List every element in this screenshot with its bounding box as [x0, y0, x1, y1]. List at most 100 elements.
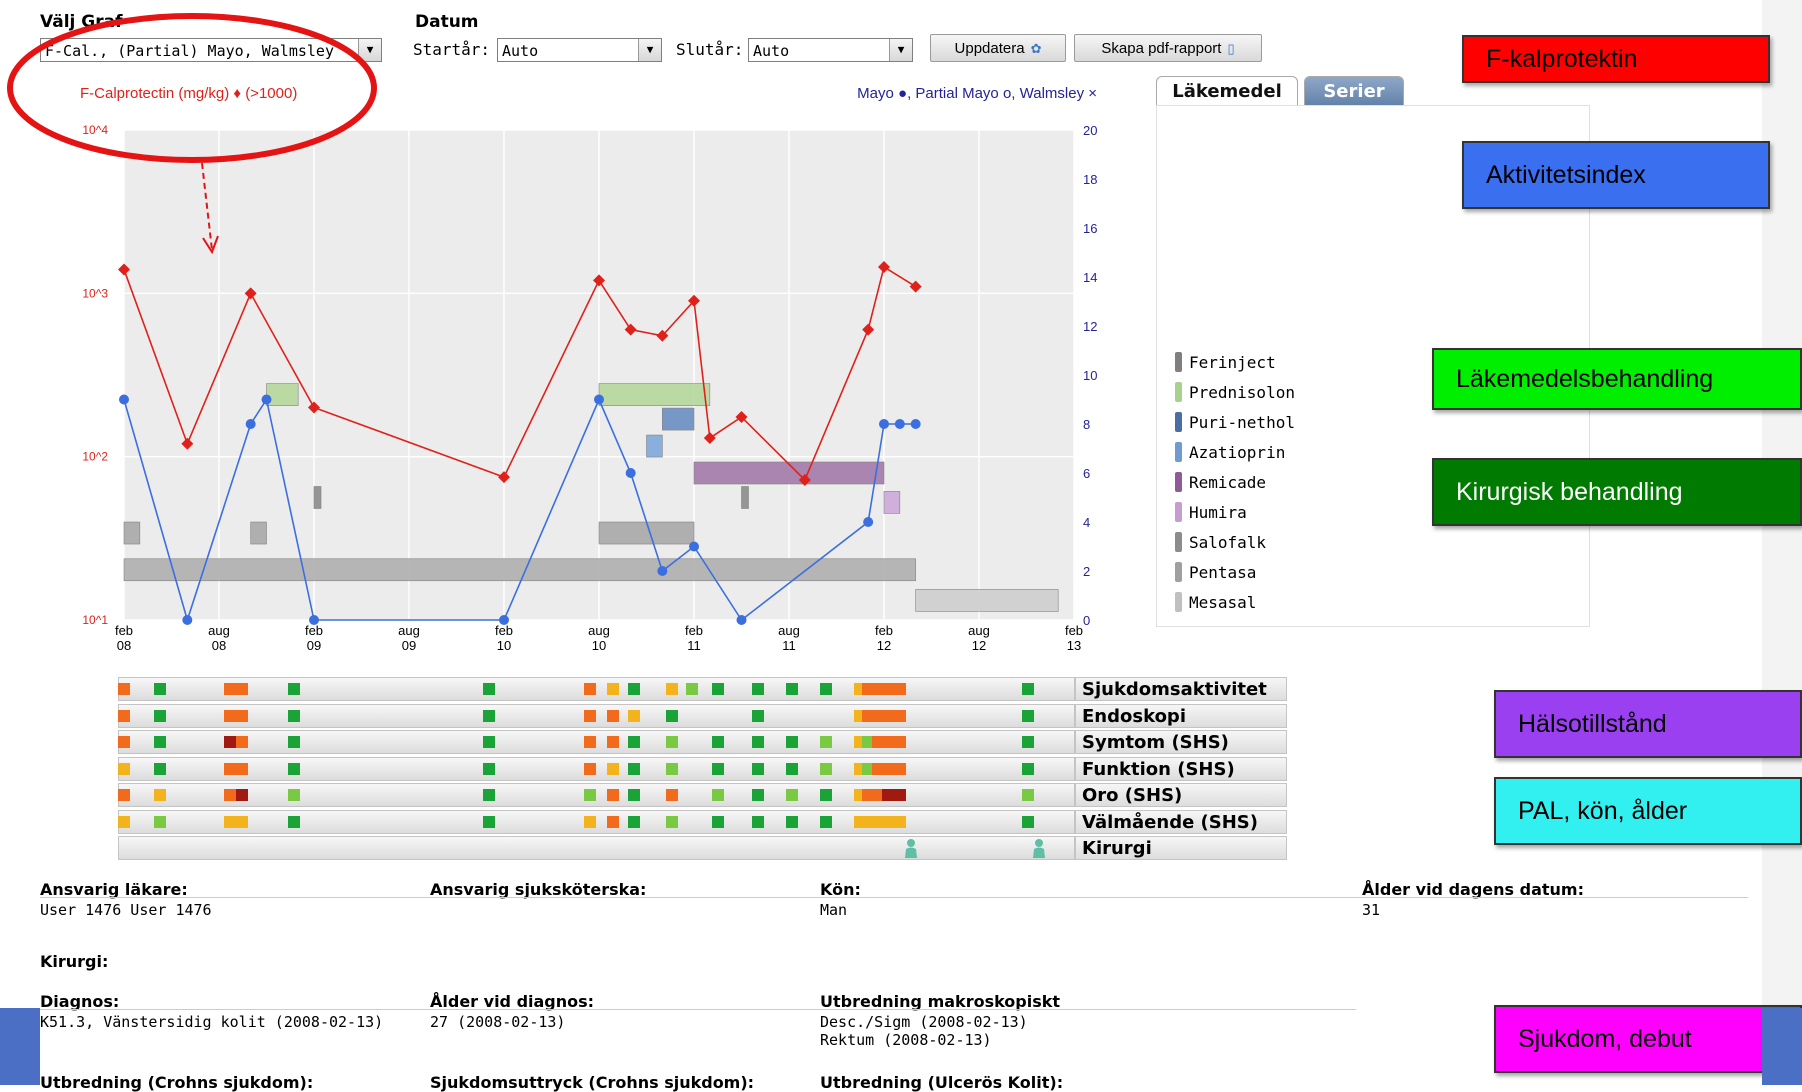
x-tick-month: aug: [208, 623, 230, 638]
legend-swatch: [1175, 502, 1182, 522]
x-tick-year: 11: [782, 638, 796, 653]
heatmap-cell: [607, 789, 619, 801]
legend-swatch: [1175, 382, 1182, 402]
heatmap-cell: [752, 709, 764, 722]
heatmap-cell: [882, 709, 894, 722]
heatmap-cell: [752, 789, 764, 801]
heatmap-cell: [628, 683, 640, 695]
heatmap-cell: [118, 815, 130, 828]
utbredning-value-1: Desc./Sigm (2008-02-13): [820, 1013, 1028, 1031]
right-tick-label: 8: [1083, 417, 1090, 432]
x-tick-month: aug: [778, 623, 800, 638]
refresh-icon: ✿: [1030, 41, 1042, 56]
heatmap-cell: [483, 736, 495, 748]
heatmap-cell: [1022, 736, 1034, 748]
heatmap-row-label: Välmående (SHS): [1075, 809, 1287, 834]
heatmap-cell: [584, 736, 596, 748]
start-year-select[interactable]: Auto ▼: [497, 38, 662, 62]
right-tick-label: 4: [1083, 515, 1090, 530]
heatmap-cell: [288, 815, 300, 828]
heatmap-cell: [224, 683, 236, 695]
heatmap-row: [118, 809, 1075, 834]
data-point-circle: [594, 394, 604, 405]
tab-lakemedel[interactable]: Läkemedel: [1156, 76, 1298, 108]
datum-label: Datum: [415, 12, 479, 32]
legend-swatch: [1175, 412, 1182, 432]
heatmap-cell: [712, 789, 724, 801]
heatmap-cell: [154, 683, 166, 695]
end-year-value: Auto: [753, 42, 790, 60]
heatmap-cell: [1022, 709, 1034, 722]
heatmap-cell: [786, 762, 798, 775]
heatmap-cell: [894, 815, 906, 828]
corner-decoration: [0, 1008, 40, 1085]
pdf-report-button[interactable]: Skapa pdf-rapport ▯: [1074, 34, 1262, 62]
heatmap-cell: [224, 762, 236, 775]
callout-kirurgisk-behandling: Kirurgisk behandling: [1432, 458, 1802, 526]
chevron-down-icon[interactable]: ▼: [638, 39, 661, 61]
heatmap-cell: [786, 683, 798, 695]
annotation-arrow: [201, 162, 213, 251]
right-tick-label: 6: [1083, 466, 1090, 481]
divider: [40, 1009, 1356, 1010]
update-button[interactable]: Uppdatera ✿: [930, 34, 1066, 62]
heatmap-cell: [1022, 762, 1034, 775]
heatmap-cell: [483, 762, 495, 775]
heatmap-cell: [894, 789, 906, 801]
legend-swatch: [1175, 592, 1182, 612]
highlight-ellipse: [7, 13, 377, 163]
heatmap-cell: [236, 762, 248, 775]
alder-value: 31: [1362, 901, 1381, 919]
heatmap-cell: [1022, 683, 1034, 695]
heatmap-cell: [154, 709, 166, 722]
heatmap-cell: [628, 736, 640, 748]
heatmap-cell: [118, 762, 130, 775]
heatmap-cell: [607, 736, 619, 748]
heatmap-cell: [786, 736, 798, 748]
data-point-circle: [182, 615, 193, 625]
x-tick-month: feb: [495, 623, 513, 638]
heatmap-cell: [236, 683, 248, 695]
x-tick-year: 12: [877, 638, 891, 653]
heatmap-cell: [483, 789, 495, 801]
utbredning-value-2: Rektum (2008-02-13): [820, 1031, 992, 1049]
heatmap-cell: [483, 709, 495, 722]
end-year-select[interactable]: Auto ▼: [748, 38, 913, 62]
legend-item-mesasal: Mesasal: [1189, 593, 1257, 612]
x-tick-month: feb: [305, 623, 323, 638]
data-point-circle: [863, 517, 874, 527]
heatmap-cell: [607, 709, 619, 722]
annotation-overlay: [7, 13, 377, 255]
data-point-circle: [245, 419, 256, 429]
x-tick-year: 12: [972, 638, 986, 653]
heatmap-cell: [786, 815, 798, 828]
data-point-circle: [119, 394, 129, 405]
heatmap-cell: [584, 789, 596, 801]
legend-swatch: [1175, 442, 1182, 462]
heatmap-cell: [1022, 789, 1034, 801]
data-point-circle: [261, 394, 272, 405]
heatmap-cell: [752, 683, 764, 695]
heatmap-cell: [882, 789, 894, 801]
tab-serier[interactable]: Serier: [1304, 76, 1404, 108]
heatmap-cell: [820, 762, 832, 775]
callout-pal-kön-ålder: PAL, kön, ålder: [1494, 777, 1802, 845]
heatmap-cell: [712, 736, 724, 748]
divider: [40, 897, 1748, 898]
chevron-down-icon[interactable]: ▼: [889, 39, 912, 61]
right-tick-label: 12: [1083, 319, 1097, 334]
heatmap-cell: [752, 736, 764, 748]
x-tick-year: 08: [117, 638, 131, 653]
x-tick-month: aug: [398, 623, 420, 638]
heatmap-cell: [820, 789, 832, 801]
legend-item-ferinject: Ferinject: [1189, 353, 1276, 372]
medication-bar-salofalk: [250, 521, 267, 545]
diagnos-value: K51.3, Vänstersidig kolit (2008-02-13): [40, 1013, 384, 1031]
heatmap-cell: [288, 789, 300, 801]
heatmap-cell: [1022, 815, 1034, 828]
callout-sjukdom-debut: Sjukdom, debut: [1494, 1005, 1802, 1073]
data-point-circle: [625, 468, 636, 478]
x-tick-month: feb: [685, 623, 703, 638]
heatmap-cell: [628, 815, 640, 828]
heatmap-cell: [154, 736, 166, 748]
